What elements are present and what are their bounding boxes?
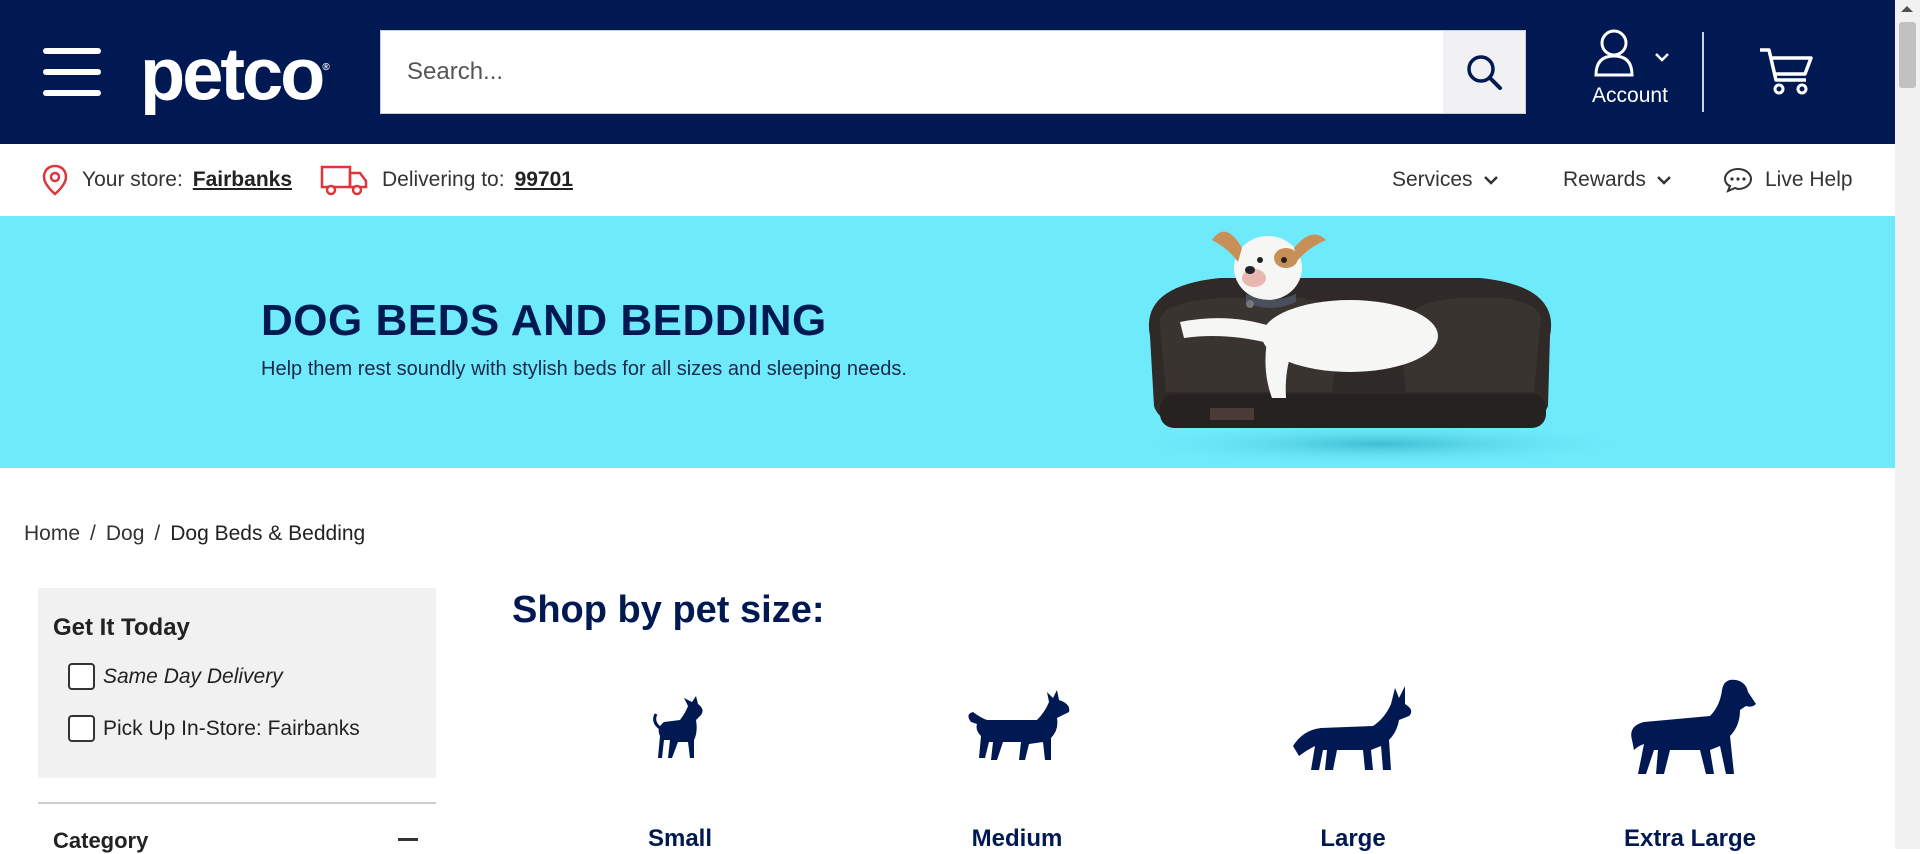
breadcrumb-separator: /: [90, 522, 96, 545]
petco-logo[interactable]: petco®: [140, 32, 330, 115]
user-icon: [1594, 29, 1634, 77]
delivery-truck-icon: [320, 165, 368, 196]
breadcrumb-home[interactable]: Home: [24, 522, 80, 546]
breadcrumb-separator: /: [154, 522, 161, 545]
dog-on-bed-image: [1120, 231, 1640, 466]
header-divider: [1702, 32, 1704, 112]
rewards-label: Rewards: [1563, 168, 1646, 191]
page-scrollbar[interactable]: [1895, 0, 1920, 849]
small-dog-icon: [653, 696, 703, 758]
account-menu[interactable]: Account: [1570, 28, 1690, 118]
category-divider: [38, 802, 436, 804]
chevron-down-icon: [1656, 176, 1671, 185]
medium-dog-icon: [968, 690, 1070, 760]
menu-icon[interactable]: [43, 48, 101, 96]
chevron-down-icon: [1483, 176, 1498, 185]
hero-subtitle: Help them rest soundly with stylish beds…: [261, 358, 907, 380]
utility-bar: Your store: Fairbanks Delivering to: 997…: [0, 144, 1895, 216]
pickup-checkbox[interactable]: [68, 715, 95, 742]
same-day-checkbox[interactable]: [68, 663, 95, 690]
rewards-menu[interactable]: Rewards: [1563, 144, 1672, 216]
logo-text: petco: [140, 32, 325, 116]
delivering-label: Delivering to:: [382, 168, 505, 191]
large-dog-icon: [1293, 686, 1412, 770]
top-header: petco® Account: [0, 0, 1895, 144]
services-label: Services: [1392, 168, 1473, 191]
size-tile-small[interactable]: Small: [560, 670, 800, 852]
same-day-delivery-option[interactable]: Same Day Delivery: [68, 663, 283, 690]
breadcrumb-dog[interactable]: Dog: [106, 522, 145, 546]
extra-large-dog-icon: [1631, 679, 1756, 774]
search-input[interactable]: [381, 31, 1443, 113]
zip-link[interactable]: 99701: [515, 168, 573, 192]
pickup-label: Pick Up In-Store:: [103, 716, 262, 740]
live-help-label: Live Help: [1765, 168, 1853, 191]
cart-icon: [1760, 48, 1813, 95]
chat-bubble-icon: [1723, 167, 1753, 193]
filter-title: Get It Today: [53, 614, 190, 641]
scroll-thumb[interactable]: [1899, 22, 1916, 88]
store-label: Your store:: [82, 168, 183, 191]
chevron-down-icon: [1655, 53, 1669, 62]
search-bar: [380, 30, 1526, 114]
store-name-link[interactable]: Fairbanks: [193, 168, 292, 192]
store-selector: Your store: Fairbanks: [42, 144, 292, 216]
delivery-selector: Delivering to: 99701: [320, 144, 573, 216]
search-button[interactable]: [1443, 31, 1525, 113]
breadcrumb: Home / Dog / Dog Beds & Bedding: [24, 522, 365, 546]
category-heading[interactable]: Category: [53, 828, 148, 854]
shop-by-size-title: Shop by pet size:: [512, 589, 825, 631]
breadcrumb-current: Dog Beds & Bedding: [170, 522, 366, 545]
same-day-label: Same Day Delivery: [103, 664, 283, 688]
hero-title: DOG BEDS AND BEDDING: [261, 296, 827, 345]
hero-banner[interactable]: DOG BEDS AND BEDDING Help them rest soun…: [0, 216, 1895, 468]
live-help-link[interactable]: Live Help: [1723, 144, 1853, 216]
search-icon: [1467, 55, 1502, 90]
logo-trademark: ®: [322, 62, 330, 73]
size-tile-extra-large[interactable]: Extra Large: [1570, 670, 1810, 852]
size-tile-large[interactable]: Large: [1233, 670, 1473, 852]
cart-button[interactable]: [1758, 46, 1814, 101]
collapse-icon[interactable]: [398, 838, 418, 841]
services-menu[interactable]: Services: [1392, 144, 1499, 216]
pickup-store: Fairbanks: [267, 716, 360, 740]
pickup-in-store-option[interactable]: Pick Up In-Store: Fairbanks: [68, 715, 360, 742]
scroll-up-arrow[interactable]: [1901, 6, 1913, 12]
get-it-today-filter: Get It Today Same Day Delivery Pick Up I…: [38, 588, 436, 778]
location-pin-icon: [42, 164, 68, 196]
size-tile-medium[interactable]: Medium: [897, 670, 1137, 852]
account-label: Account: [1592, 84, 1668, 107]
